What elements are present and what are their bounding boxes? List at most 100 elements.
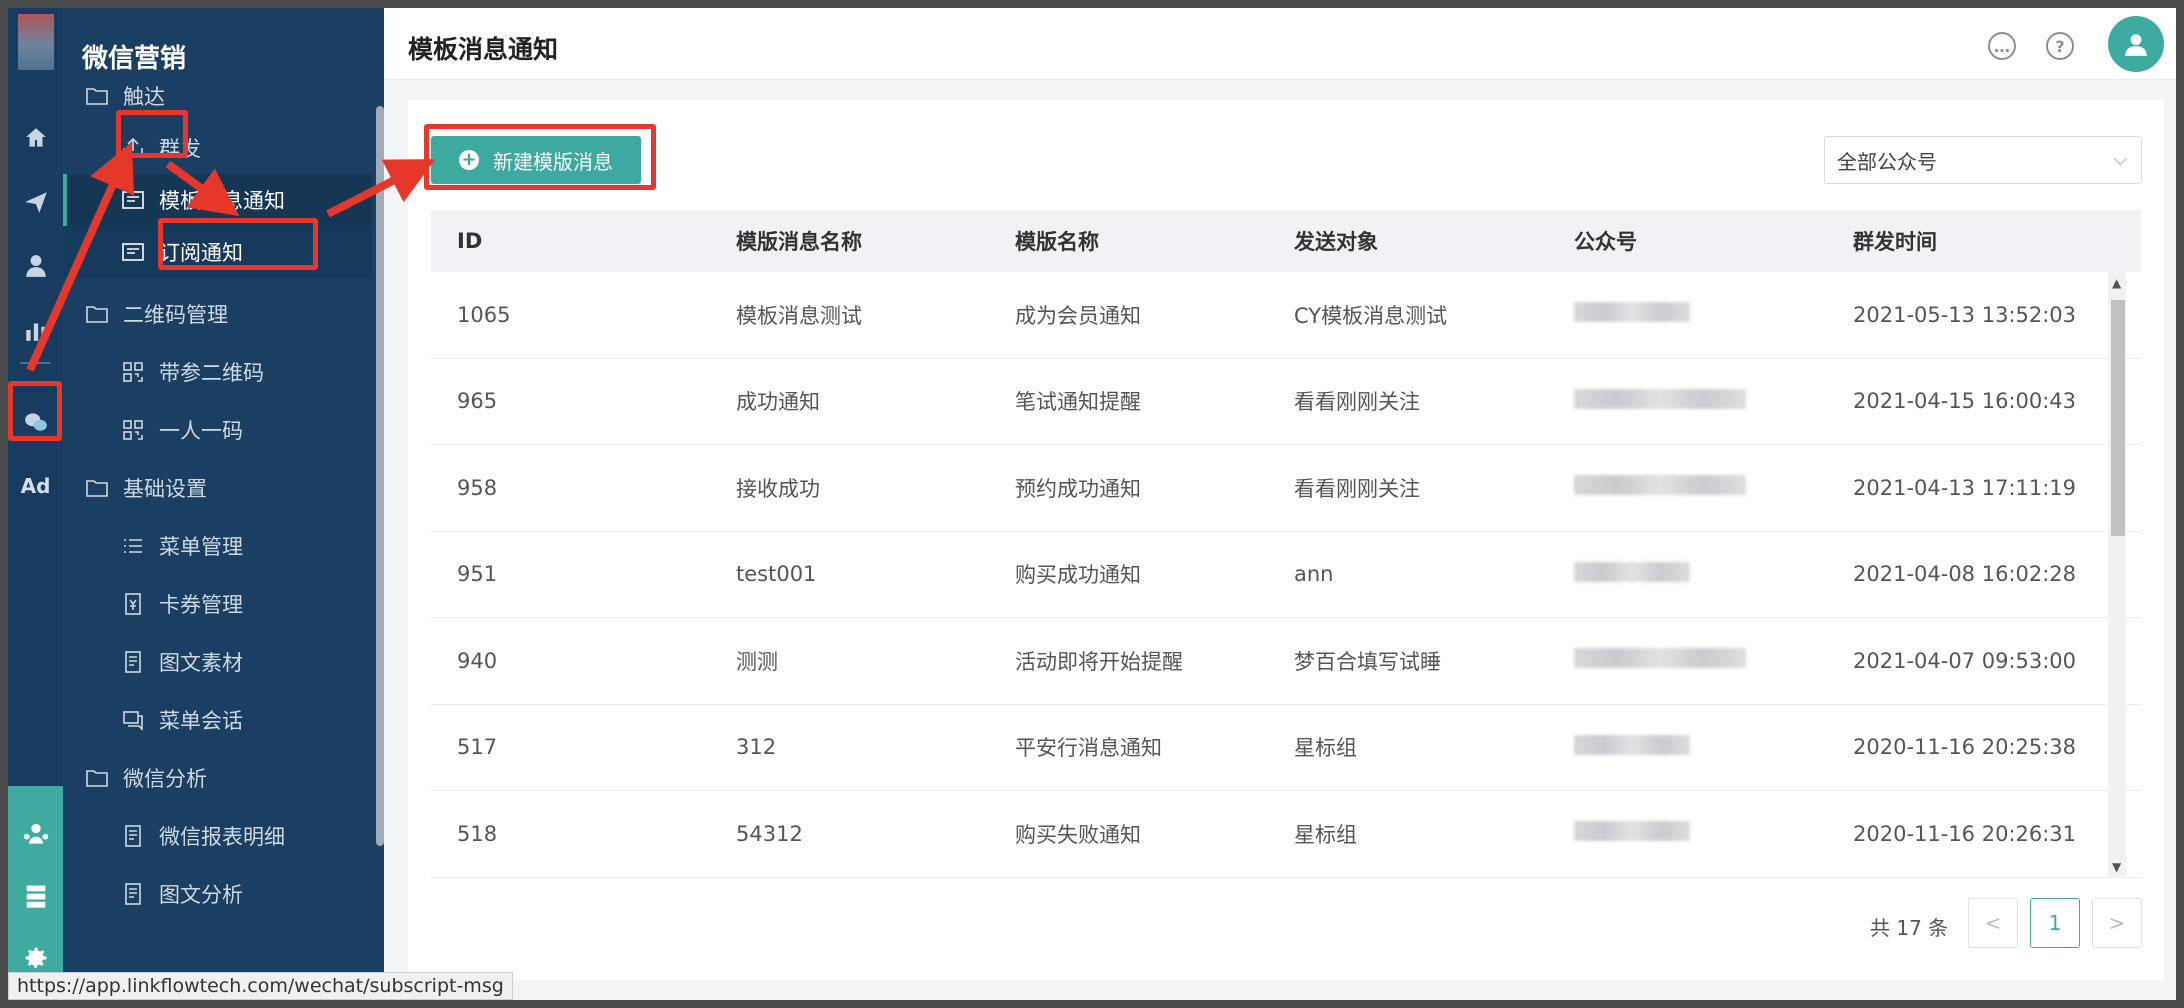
cell-message-name: 测测 (736, 649, 778, 674)
annotation-box-new-button (424, 124, 656, 190)
avatar[interactable] (2108, 16, 2164, 72)
content-card: + 新建模版消息 全部公众号 ⌵ ID 模版消息名称 模版名称 发送对象 公众号… (408, 100, 2164, 980)
sidebar-item-menu-session[interactable]: 菜单会话 (63, 694, 372, 746)
cell-message-name: 成功通知 (736, 390, 820, 415)
send-icon[interactable] (8, 180, 63, 224)
column-header[interactable]: 模版消息名称 (710, 226, 989, 256)
message-bubble-icon[interactable]: … (1988, 32, 2016, 60)
cell-message-name: 312 (736, 735, 777, 760)
server-icon[interactable] (8, 874, 63, 918)
redacted-account-name (1574, 475, 1746, 496)
scroll-up-arrow-icon[interactable]: ▲ (2112, 276, 2121, 290)
column-header[interactable]: 发送对象 (1268, 226, 1548, 256)
sidebar-item-label: 模板消息通知 (159, 189, 285, 213)
cell-id: 951 (457, 562, 498, 587)
ad-icon[interactable]: Ad (8, 464, 63, 508)
page-title: 模板消息通知 (408, 35, 559, 64)
sidebar-item-label: 微信报表明细 (159, 825, 285, 849)
cell-template-name: 笔试通知提醒 (1015, 390, 1141, 415)
sidebar-item-param-qrcode[interactable]: 带参二维码 (63, 346, 372, 398)
sidebar-item-label: 带参二维码 (159, 361, 264, 385)
bar-chart-icon[interactable] (8, 308, 63, 352)
sidebar-item-label: 二维码管理 (123, 303, 228, 327)
chat-icon (121, 708, 145, 732)
pagination-next-button[interactable]: > (2092, 898, 2142, 948)
redacted-account-name (1574, 734, 1690, 755)
sidebar-item-label: 触达 (123, 85, 165, 109)
cell-id: 1065 (457, 302, 511, 327)
cell-send-target: 梦百合填写试睡 (1294, 649, 1441, 674)
cell-send-target: 看看刚刚关注 (1294, 390, 1420, 415)
table-row[interactable]: 518 54312 购买失败通知 星标组 2020-11-16 20:26:31 (431, 791, 2141, 878)
sidebar-item-article-analysis[interactable]: 图文分析 (63, 868, 372, 920)
cell-send-time: 2020-11-16 20:25:38 (1853, 735, 2077, 760)
sidebar-group-analysis[interactable]: 微信分析 (63, 752, 372, 804)
message-icon (121, 240, 145, 264)
status-bar-url: https://app.linkflowtech.com/wechat/subs… (8, 972, 513, 1000)
help-icon[interactable]: ? (2046, 32, 2074, 60)
table-scrollbar-thumb[interactable] (2111, 300, 2125, 536)
folder-icon (85, 476, 109, 500)
top-bar: 模板消息通知 … ? (384, 8, 2176, 80)
cell-send-target: 星标组 (1294, 736, 1357, 761)
user-icon[interactable] (8, 244, 63, 288)
table-row[interactable]: 958 接收成功 预约成功通知 看看刚刚关注 2021-04-13 17:11:19 (431, 445, 2141, 532)
scroll-down-arrow-icon[interactable]: ▼ (2112, 860, 2121, 874)
cell-send-target: 看看刚刚关注 (1294, 476, 1420, 501)
column-header[interactable]: 群发时间 (1827, 226, 2110, 256)
pagination-prev-button[interactable]: < (1968, 898, 2018, 948)
table-row[interactable]: 965 成功通知 笔试通知提醒 看看刚刚关注 2021-04-15 16:00:43 (431, 359, 2141, 445)
cell-id: 965 (457, 389, 498, 414)
icon-rail: Ad (8, 8, 63, 1000)
cell-official-account (1548, 475, 1827, 500)
account-select[interactable]: 全部公众号 ⌵ (1824, 136, 2142, 184)
table-row[interactable]: 940 测测 活动即将开始提醒 梦百合填写试睡 2021-04-07 09:53:00 (431, 618, 2141, 705)
pagination-page-button[interactable]: 1 (2030, 898, 2080, 948)
table-row[interactable]: 1065 模板消息测试 成为会员通知 CY模板消息测试 2021-05-13 13:52… (431, 272, 2141, 359)
app-window: Ad 微信营销 触达 群发 模板消息通知 订阅通知 二维码管理 带参二维码 一人… (8, 8, 2176, 1000)
cell-template-name: 购买成功通知 (1015, 563, 1141, 588)
document-icon (121, 650, 145, 674)
cell-official-account (1548, 302, 1827, 327)
sidebar-group-settings[interactable]: 基础设置 (63, 462, 372, 514)
redacted-account-name (1574, 388, 1746, 409)
table-row[interactable]: 517 312 平安行消息通知 星标组 2020-11-16 20:25:38 (431, 705, 2141, 791)
sidebar-item-personal-qrcode[interactable]: 一人一码 (63, 404, 372, 456)
sidebar-scrollbar[interactable] (376, 106, 384, 846)
cell-send-time: 2021-04-08 16:02:28 (1853, 562, 2077, 587)
column-header[interactable]: ID (431, 229, 710, 253)
cell-message-name: test001 (736, 562, 817, 587)
home-icon[interactable] (8, 116, 63, 160)
cell-template-name: 成为会员通知 (1015, 303, 1141, 328)
qrcode-icon (121, 418, 145, 442)
sidebar-group-qrcode[interactable]: 二维码管理 (63, 288, 372, 340)
cell-send-time: 2021-05-13 13:52:03 (1853, 302, 2077, 327)
redacted-account-name (1574, 821, 1690, 842)
cell-official-account (1548, 821, 1827, 846)
sidebar-item-label: 菜单会话 (159, 709, 243, 733)
cell-official-account (1548, 648, 1827, 673)
team-icon[interactable] (8, 810, 63, 854)
table-row[interactable]: 951 test001 购买成功通知 ann 2021-04-08 16:02:28 (431, 532, 2141, 618)
cell-template-name: 购买失败通知 (1015, 822, 1141, 847)
sidebar-item-article-material[interactable]: 图文素材 (63, 636, 372, 688)
sidebar-item-coupon[interactable]: 卡券管理 (63, 578, 372, 630)
column-header[interactable]: 公众号 (1548, 226, 1827, 256)
cell-send-time: 2021-04-15 16:00:43 (1853, 389, 2077, 414)
sidebar-item-label: 图文素材 (159, 651, 243, 675)
annotation-box-reach (116, 110, 188, 158)
document-icon (121, 882, 145, 906)
cell-id: 517 (457, 735, 498, 760)
sidebar-group-reach[interactable]: 触达 (63, 70, 372, 122)
sidebar-item-menu[interactable]: 菜单管理 (63, 520, 372, 572)
cell-template-name: 预约成功通知 (1015, 476, 1141, 501)
column-header[interactable]: 模版名称 (989, 226, 1268, 256)
cell-id: 518 (457, 821, 498, 846)
cell-official-account (1548, 561, 1827, 587)
list-icon (121, 534, 145, 558)
sidebar-item-report-detail[interactable]: 微信报表明细 (63, 810, 372, 862)
sidebar-item-broadcast[interactable]: 群发 (63, 122, 372, 174)
folder-icon (85, 302, 109, 326)
redacted-account-name (1574, 302, 1690, 323)
sidebar-item-label: 基础设置 (123, 477, 207, 501)
